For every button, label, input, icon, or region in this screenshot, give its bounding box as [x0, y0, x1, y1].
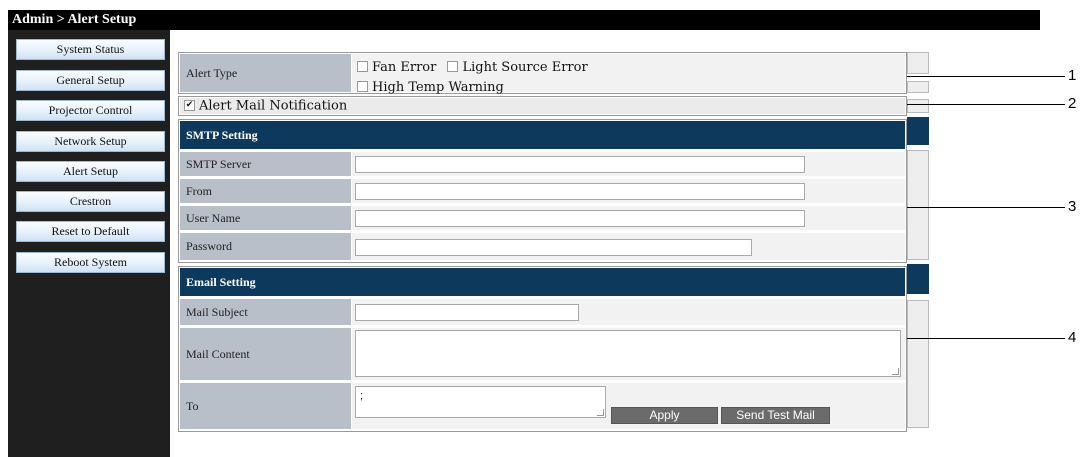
send-test-mail-button[interactable]: Send Test Mail	[721, 407, 830, 424]
callout-number-2: 2	[1068, 95, 1077, 112]
to-label: To	[180, 383, 351, 429]
alert-mail-row: ✔ Alert Mail Notification	[180, 98, 905, 114]
from-cell	[352, 179, 905, 203]
smtp-server-cell	[352, 152, 905, 176]
from-input[interactable]	[355, 183, 805, 200]
callout-line-1	[907, 76, 1065, 77]
callout-line-2	[907, 104, 1065, 105]
callout-number-4: 4	[1068, 329, 1077, 346]
callout-number-3: 3	[1068, 198, 1077, 215]
username-input[interactable]	[355, 210, 805, 227]
callout-line-4	[907, 338, 1065, 339]
email-heading: Email Setting	[180, 268, 905, 296]
high-temp-warning-checkbox[interactable]	[357, 81, 368, 92]
password-input[interactable]	[355, 239, 752, 256]
mail-subject-label: Mail Subject	[180, 299, 351, 325]
high-temp-warning-label: High Temp Warning	[372, 80, 504, 95]
password-label: Password	[180, 233, 351, 260]
table-edge	[907, 300, 929, 428]
mail-content-cell	[352, 328, 905, 380]
alert-mail-checkbox[interactable]: ✔	[184, 100, 195, 111]
table-edge	[907, 117, 929, 145]
username-label: User Name	[180, 206, 351, 230]
alert-type-label: Alert Type	[180, 54, 351, 92]
mail-subject-cell	[352, 299, 905, 325]
alert-type-options: Fan Error Light Source Error High Temp W…	[352, 54, 905, 95]
smtp-panel: SMTP Setting SMTP Server From User Name …	[178, 119, 907, 263]
mail-content-label: Mail Content	[180, 328, 351, 380]
smtp-heading: SMTP Setting	[180, 121, 905, 149]
sidebar-item-network-setup[interactable]: Network Setup	[16, 131, 165, 152]
from-label: From	[180, 179, 351, 203]
table-edge	[907, 150, 929, 260]
sidebar-item-system-status[interactable]: System Status	[16, 39, 165, 60]
light-source-error-checkbox[interactable]	[447, 61, 459, 72]
alert-mail-label: Alert Mail Notification	[199, 98, 348, 114]
email-panel: Email Setting Mail Subject Mail Content …	[178, 266, 907, 432]
sidebar-item-general-setup[interactable]: General Setup	[16, 70, 165, 91]
fan-error-label: Fan Error	[372, 60, 437, 75]
table-edge	[907, 264, 929, 294]
to-value: ;	[360, 390, 364, 402]
smtp-server-label: SMTP Server	[180, 152, 351, 176]
callout-line-3	[907, 207, 1065, 208]
table-edge	[907, 81, 929, 93]
smtp-server-input[interactable]	[355, 156, 805, 173]
alert-type-panel: Alert Type Fan Error Light Source Error …	[178, 52, 907, 95]
mail-content-textarea[interactable]	[355, 330, 901, 377]
username-cell	[352, 206, 905, 230]
apply-button[interactable]: Apply	[611, 407, 718, 424]
sidebar-item-alert-setup[interactable]: Alert Setup	[16, 161, 165, 182]
callout-number-1: 1	[1068, 67, 1077, 84]
password-cell	[352, 233, 905, 260]
to-cell: ; Apply Send Test Mail	[352, 383, 905, 429]
light-source-error-label: Light Source Error	[462, 60, 588, 75]
alert-mail-panel: ✔ Alert Mail Notification	[178, 96, 907, 116]
page-title: Admin > Alert Setup	[12, 12, 137, 27]
sidebar-item-reboot-system[interactable]: Reboot System	[16, 252, 165, 273]
page-title-bar: Admin > Alert Setup	[8, 10, 1040, 30]
resize-handle-icon[interactable]	[597, 409, 604, 416]
table-edge	[907, 99, 929, 113]
fan-error-checkbox[interactable]	[357, 61, 368, 72]
to-textarea[interactable]: ;	[355, 386, 606, 418]
sidebar-item-reset-to-default[interactable]: Reset to Default	[16, 221, 165, 242]
table-edge	[907, 52, 929, 74]
sidebar-item-crestron[interactable]: Crestron	[16, 191, 165, 212]
mail-subject-input[interactable]	[355, 304, 579, 321]
sidebar: System Status General Setup Projector Co…	[8, 30, 170, 457]
resize-handle-icon[interactable]	[892, 368, 899, 375]
sidebar-item-projector-control[interactable]: Projector Control	[16, 100, 165, 121]
